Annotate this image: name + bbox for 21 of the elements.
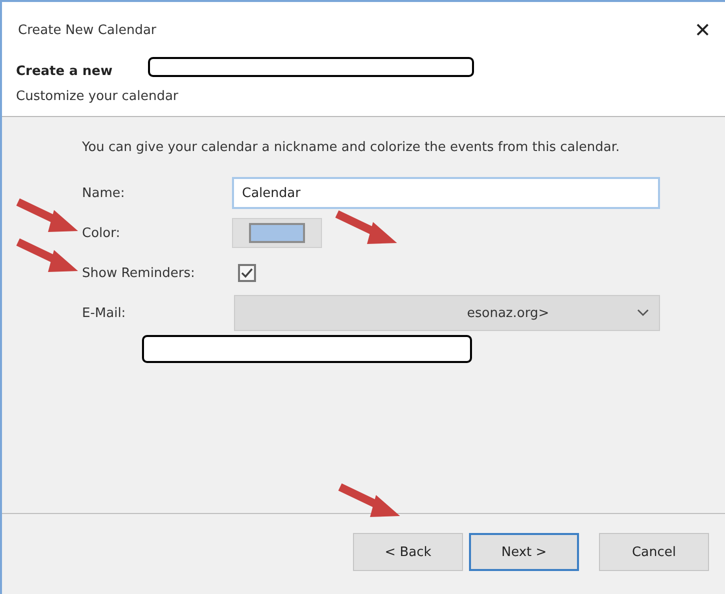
name-field[interactable]: Calendar bbox=[232, 177, 660, 209]
annotation-arrow bbox=[16, 198, 80, 234]
reminders-checkbox[interactable] bbox=[238, 264, 256, 282]
window-title: Create New Calendar bbox=[18, 22, 156, 38]
next-button[interactable]: Next > bbox=[469, 533, 579, 571]
annotation-arrow bbox=[335, 210, 399, 246]
cancel-button[interactable]: Cancel bbox=[599, 533, 709, 571]
field-label: E-Mail: bbox=[82, 306, 126, 320]
email-dropdown[interactable]: esonaz.org> bbox=[234, 295, 660, 331]
color-picker[interactable] bbox=[232, 218, 322, 248]
page-title: Create a new bbox=[16, 64, 112, 79]
field-label: Show Reminders: bbox=[82, 266, 195, 280]
back-button[interactable]: < Back bbox=[353, 533, 463, 571]
chevron-icon bbox=[637, 309, 649, 317]
page-subtitle: Customize your calendar bbox=[16, 89, 180, 104]
annotation-arrow bbox=[338, 483, 402, 519]
close-button[interactable]: ✕ bbox=[688, 14, 717, 46]
field-label: Color: bbox=[82, 226, 120, 240]
field-label: Name: bbox=[82, 186, 125, 200]
intro-text: You can give your calendar a nickname and colorize the events from this calendar. bbox=[82, 139, 621, 157]
annotation-arrow bbox=[16, 238, 80, 274]
